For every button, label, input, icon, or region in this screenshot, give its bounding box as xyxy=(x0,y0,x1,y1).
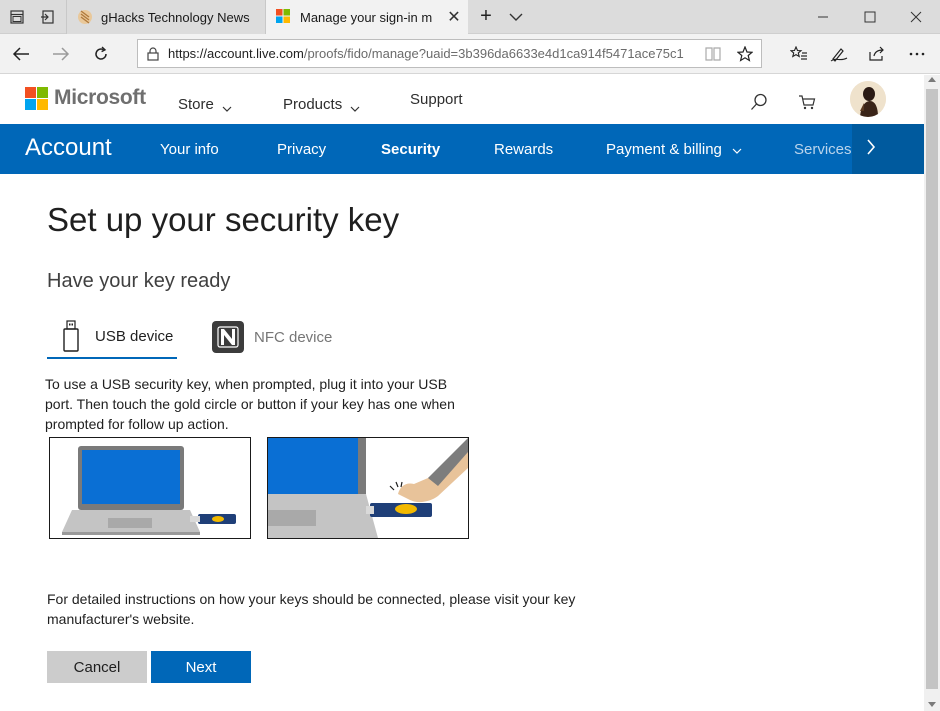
usb-drive-icon xyxy=(61,320,81,352)
nav-products[interactable]: Products xyxy=(283,93,360,116)
chevron-right-icon xyxy=(866,138,876,161)
nav-your-info[interactable]: Your info xyxy=(160,141,219,158)
nfc-icon xyxy=(212,321,244,353)
nav-store-label: Store xyxy=(178,96,214,113)
account-nav-bar: Account Your info Privacy Security Rewar… xyxy=(0,124,924,174)
tab-ghacks[interactable]: gHacks Technology News xyxy=(66,0,266,34)
url-host: https://account.live.com xyxy=(168,46,304,61)
tab-nfc-label: NFC device xyxy=(254,328,333,346)
tab-usb-label: USB device xyxy=(95,327,174,345)
microsoft-logo[interactable]: Microsoft xyxy=(25,86,146,110)
more-menu-icon[interactable] xyxy=(902,40,932,68)
scroll-up-arrow-icon[interactable] xyxy=(928,77,936,82)
page-title: Set up your security key xyxy=(47,201,400,238)
favorites-hub-icon[interactable] xyxy=(784,40,814,68)
nav-products-label: Products xyxy=(283,96,343,113)
nav-support[interactable]: Support xyxy=(410,91,463,108)
web-page: Microsoft Store Products Support Account… xyxy=(0,75,924,711)
tab-strip: gHacks Technology News Manage your sign-… xyxy=(0,0,940,34)
maximize-icon[interactable] xyxy=(847,0,893,34)
close-tab-icon[interactable]: ✕ xyxy=(440,7,468,27)
minimize-icon[interactable] xyxy=(800,0,846,34)
microsoft-header: Microsoft Store Products Support xyxy=(0,75,924,124)
share-icon[interactable] xyxy=(862,40,892,68)
ghacks-favicon-icon xyxy=(77,9,93,25)
tab-actions-icon[interactable] xyxy=(2,0,32,34)
microsoft-favicon-icon xyxy=(276,9,292,25)
nav-services[interactable]: Services xyxy=(794,141,852,158)
microsoft-logo-icon xyxy=(25,86,48,110)
web-note-pen-icon[interactable] xyxy=(824,40,854,68)
chevron-down-icon xyxy=(732,141,742,158)
nav-support-label: Support xyxy=(410,91,463,108)
back-arrow-icon[interactable] xyxy=(6,40,36,68)
reading-view-icon[interactable] xyxy=(697,46,729,61)
page-scrollbar[interactable] xyxy=(924,75,940,711)
scroll-down-arrow-icon[interactable] xyxy=(928,702,936,707)
cancel-button[interactable]: Cancel xyxy=(47,651,147,683)
url-text[interactable]: https://account.live.com/proofs/fido/man… xyxy=(168,46,697,61)
touch-gold-circle-illustration xyxy=(267,437,469,539)
favorite-star-icon[interactable] xyxy=(729,45,761,62)
chevron-down-icon xyxy=(222,99,232,116)
tab-title: gHacks Technology News xyxy=(101,9,250,25)
laptop-usb-key-illustration xyxy=(49,437,251,539)
account-title[interactable]: Account xyxy=(25,134,112,162)
chevron-down-icon xyxy=(350,99,360,116)
next-button[interactable]: Next xyxy=(151,651,251,683)
address-bar[interactable]: https://account.live.com/proofs/fido/man… xyxy=(137,39,762,68)
url-path: /proofs/fido/manage?uaid=3b396da6633e4d1… xyxy=(303,46,684,61)
forward-arrow-icon[interactable] xyxy=(46,40,76,68)
nav-store[interactable]: Store xyxy=(178,93,232,116)
nav-privacy[interactable]: Privacy xyxy=(277,141,326,158)
search-icon[interactable] xyxy=(748,91,770,113)
manufacturer-instructions: For detailed instructions on how your ke… xyxy=(47,591,576,627)
tab-usb-device[interactable]: USB device xyxy=(47,315,177,359)
tab-title: Manage your sign-in m xyxy=(300,9,433,25)
tab-nfc-device[interactable]: NFC device xyxy=(212,315,342,359)
chevron-down-icon[interactable] xyxy=(506,6,526,28)
brand-name: Microsoft xyxy=(54,86,146,109)
refresh-icon[interactable] xyxy=(86,40,116,68)
shopping-cart-icon[interactable] xyxy=(796,91,818,113)
new-tab-icon[interactable]: + xyxy=(474,4,498,30)
browser-toolbar: https://account.live.com/proofs/fido/man… xyxy=(0,34,940,74)
nav-payment-billing[interactable]: Payment & billing xyxy=(606,141,742,158)
set-aside-tabs-icon[interactable] xyxy=(32,0,62,34)
scrollbar-thumb[interactable] xyxy=(926,89,938,689)
usb-instructions: To use a USB security key, when prompted… xyxy=(45,376,455,432)
page-subtitle: Have your key ready xyxy=(47,270,231,292)
nav-scroll-right-button[interactable] xyxy=(852,124,924,174)
nav-payment-billing-label: Payment & billing xyxy=(606,141,722,158)
lock-icon[interactable] xyxy=(138,46,168,61)
avatar[interactable] xyxy=(850,81,886,117)
nav-security[interactable]: Security xyxy=(381,141,440,158)
nav-rewards[interactable]: Rewards xyxy=(494,141,553,158)
tab-manage-sign-in[interactable]: Manage your sign-in m ✕ xyxy=(266,0,468,34)
close-window-icon[interactable] xyxy=(893,0,939,34)
